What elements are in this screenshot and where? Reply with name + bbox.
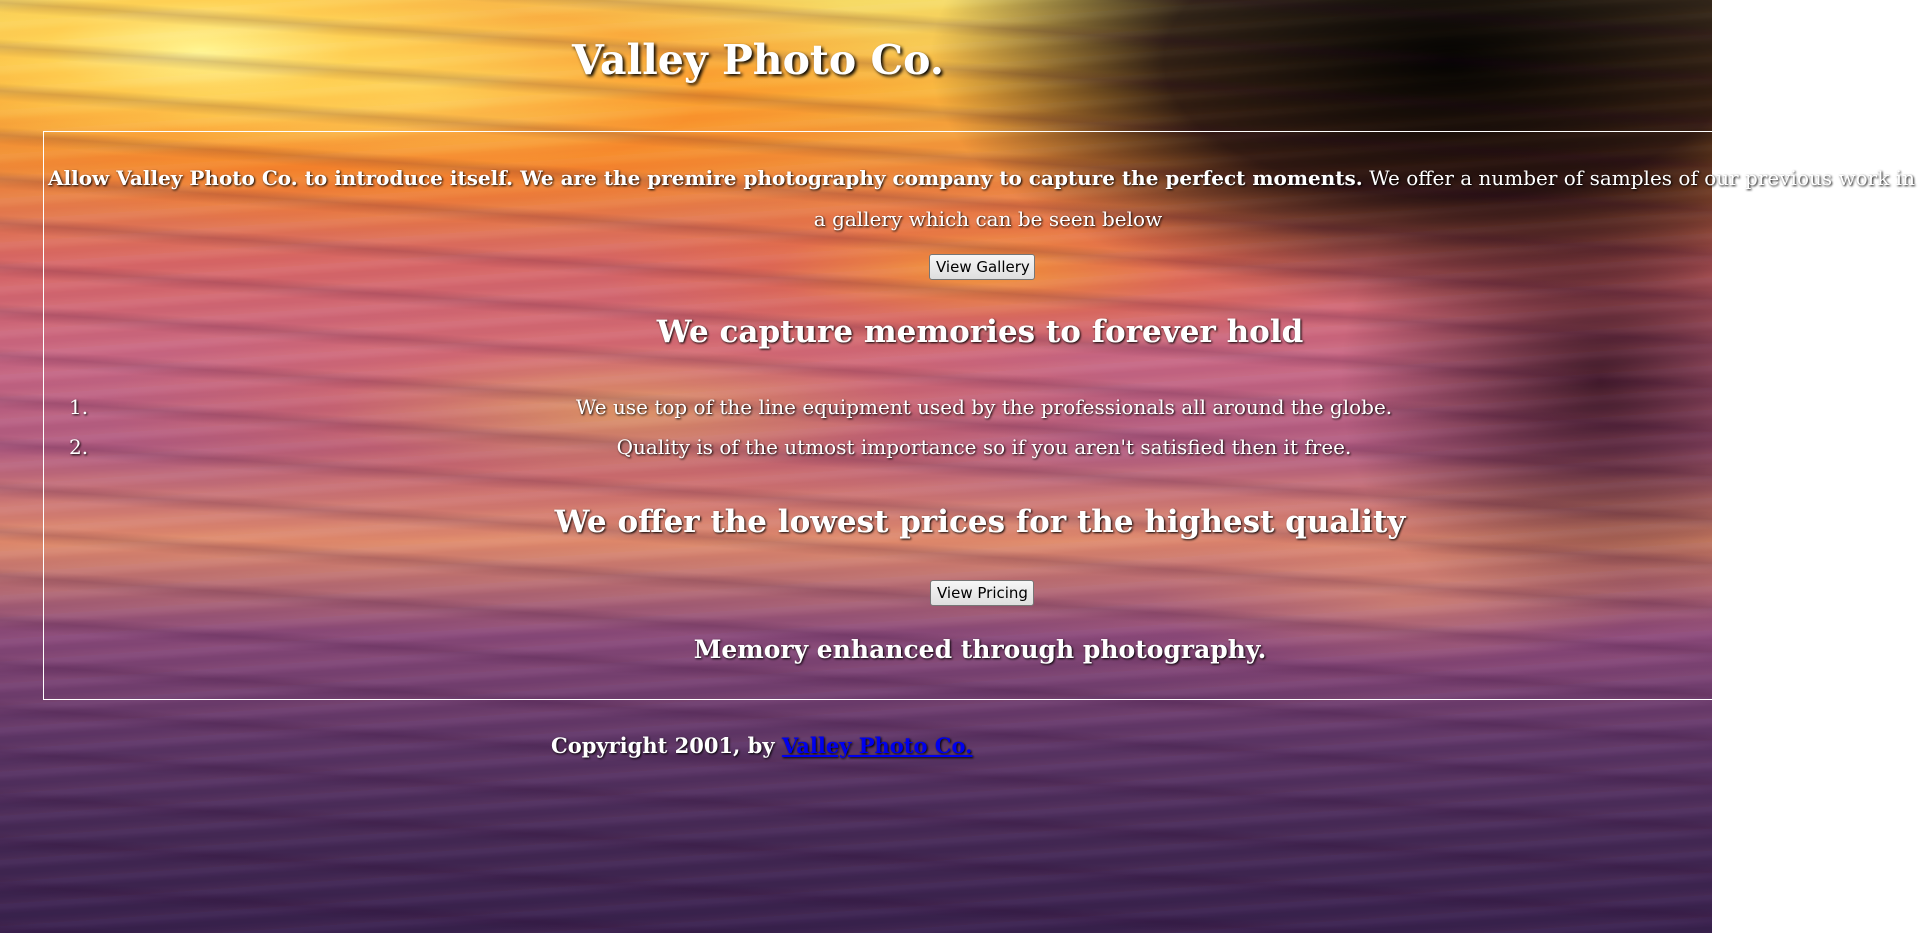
list-item-number: 1.: [69, 395, 89, 419]
company-link[interactable]: Valley Photo Co.: [782, 733, 973, 758]
content-panel: Allow Valley Photo Co. to introduce itse…: [43, 131, 1915, 700]
list-item: 2. Quality is of the utmost importance s…: [44, 427, 1920, 467]
intro-paragraph: Allow Valley Photo Co. to introduce itse…: [48, 158, 1920, 231]
list-item: 1. We use top of the line equipment used…: [44, 387, 1920, 427]
site-title: Valley Photo Co.: [572, 36, 945, 84]
capture-heading: We capture memories to forever hold: [656, 314, 1304, 350]
list-item-text: We use top of the line equipment used by…: [575, 395, 1393, 419]
features-list: 1. We use top of the line equipment used…: [44, 387, 1920, 467]
intro-line-1: Allow Valley Photo Co. to introduce itse…: [48, 158, 1920, 199]
footer-copyright: Copyright 2001, by Valley Photo Co.: [551, 733, 972, 758]
view-pricing-button[interactable]: View Pricing: [930, 580, 1034, 606]
view-gallery-button[interactable]: View Gallery: [929, 254, 1035, 280]
list-item-number: 2.: [69, 435, 89, 459]
prices-heading: We offer the lowest prices for the highe…: [554, 504, 1406, 540]
list-item-text: Quality is of the utmost importance so i…: [616, 435, 1352, 459]
copyright-text: Copyright 2001, by: [551, 733, 782, 758]
intro-normal-text-1: We offer a number of samples of our prev…: [1362, 166, 1915, 190]
intro-bold-text: Allow Valley Photo Co. to introduce itse…: [48, 166, 1363, 190]
intro-normal-text-2: a gallery which can be seen below: [813, 207, 1163, 231]
tagline-heading: Memory enhanced through photography.: [693, 635, 1267, 664]
